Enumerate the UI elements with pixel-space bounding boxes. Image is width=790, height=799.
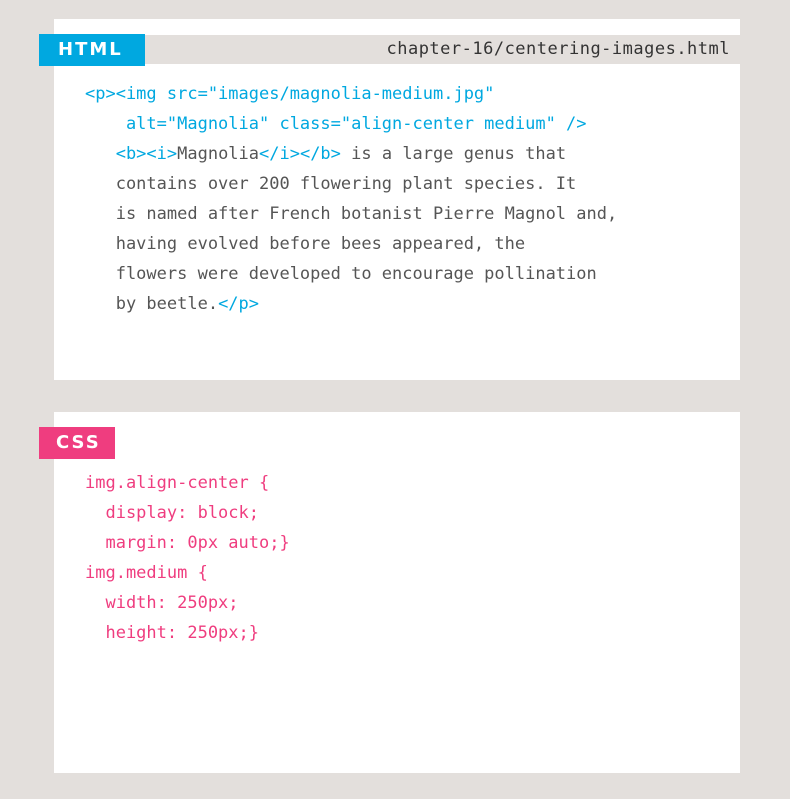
html-code-line: contains over 200 flowering plant specie… (85, 169, 617, 199)
html-text-segment: having evolved before bees appeared, the (85, 234, 526, 254)
html-code-panel: chapter-16/centering-images.html HTML <p… (39, 19, 740, 380)
html-text-segment: Magnolia (177, 144, 260, 164)
html-code-line: is named after French botanist Pierre Ma… (85, 199, 618, 229)
html-text-segment: is named after French botanist Pierre Ma… (85, 204, 618, 224)
html-tag-segment: </p> (218, 294, 260, 314)
html-tag-segment: <b><i> (85, 144, 178, 164)
html-code-line: alt="Magnolia" class="align-center mediu… (85, 109, 617, 139)
html-code-line: <p><img src="images/magnolia-medium.jpg" (85, 79, 617, 109)
html-text-segment: is a large genus that (340, 144, 567, 164)
css-code-panel: CSS img.align-center { display: block; m… (39, 412, 740, 773)
html-tag-segment: <p><img src="images/magnolia-medium.jpg" (85, 84, 495, 104)
css-code-block: img.align-center { display: block; margi… (85, 468, 290, 648)
css-code-line: width: 250px; (85, 593, 239, 613)
css-code-line: img.medium { (85, 563, 208, 583)
css-tab: CSS (39, 427, 115, 459)
html-tag-segment: alt="Magnolia" class="align-center mediu… (85, 114, 587, 134)
html-code-line: by beetle.</p> (85, 289, 617, 319)
css-code-line: display: block; (85, 503, 259, 523)
html-text-segment: contains over 200 flowering plant specie… (85, 174, 577, 194)
html-code-line: having evolved before bees appeared, the (85, 229, 617, 259)
html-code-block: <p><img src="images/magnolia-medium.jpg"… (85, 79, 617, 319)
html-text-segment: by beetle. (85, 294, 219, 314)
html-code-line: <b><i>Magnolia</i></b> is a large genus … (85, 139, 617, 169)
filename-label: chapter-16/centering-images.html (386, 39, 730, 59)
css-code-line: margin: 0px auto;} (85, 533, 290, 553)
html-code-line: flowers were developed to encourage poll… (85, 259, 617, 289)
html-tag-segment: </i></b> (259, 144, 341, 164)
css-code-line: img.align-center { (85, 473, 270, 493)
html-text-segment: flowers were developed to encourage poll… (85, 264, 597, 284)
html-header-bar: chapter-16/centering-images.html (54, 35, 740, 64)
css-code-line: height: 250px;} (85, 623, 259, 643)
html-tab: HTML (39, 34, 145, 66)
